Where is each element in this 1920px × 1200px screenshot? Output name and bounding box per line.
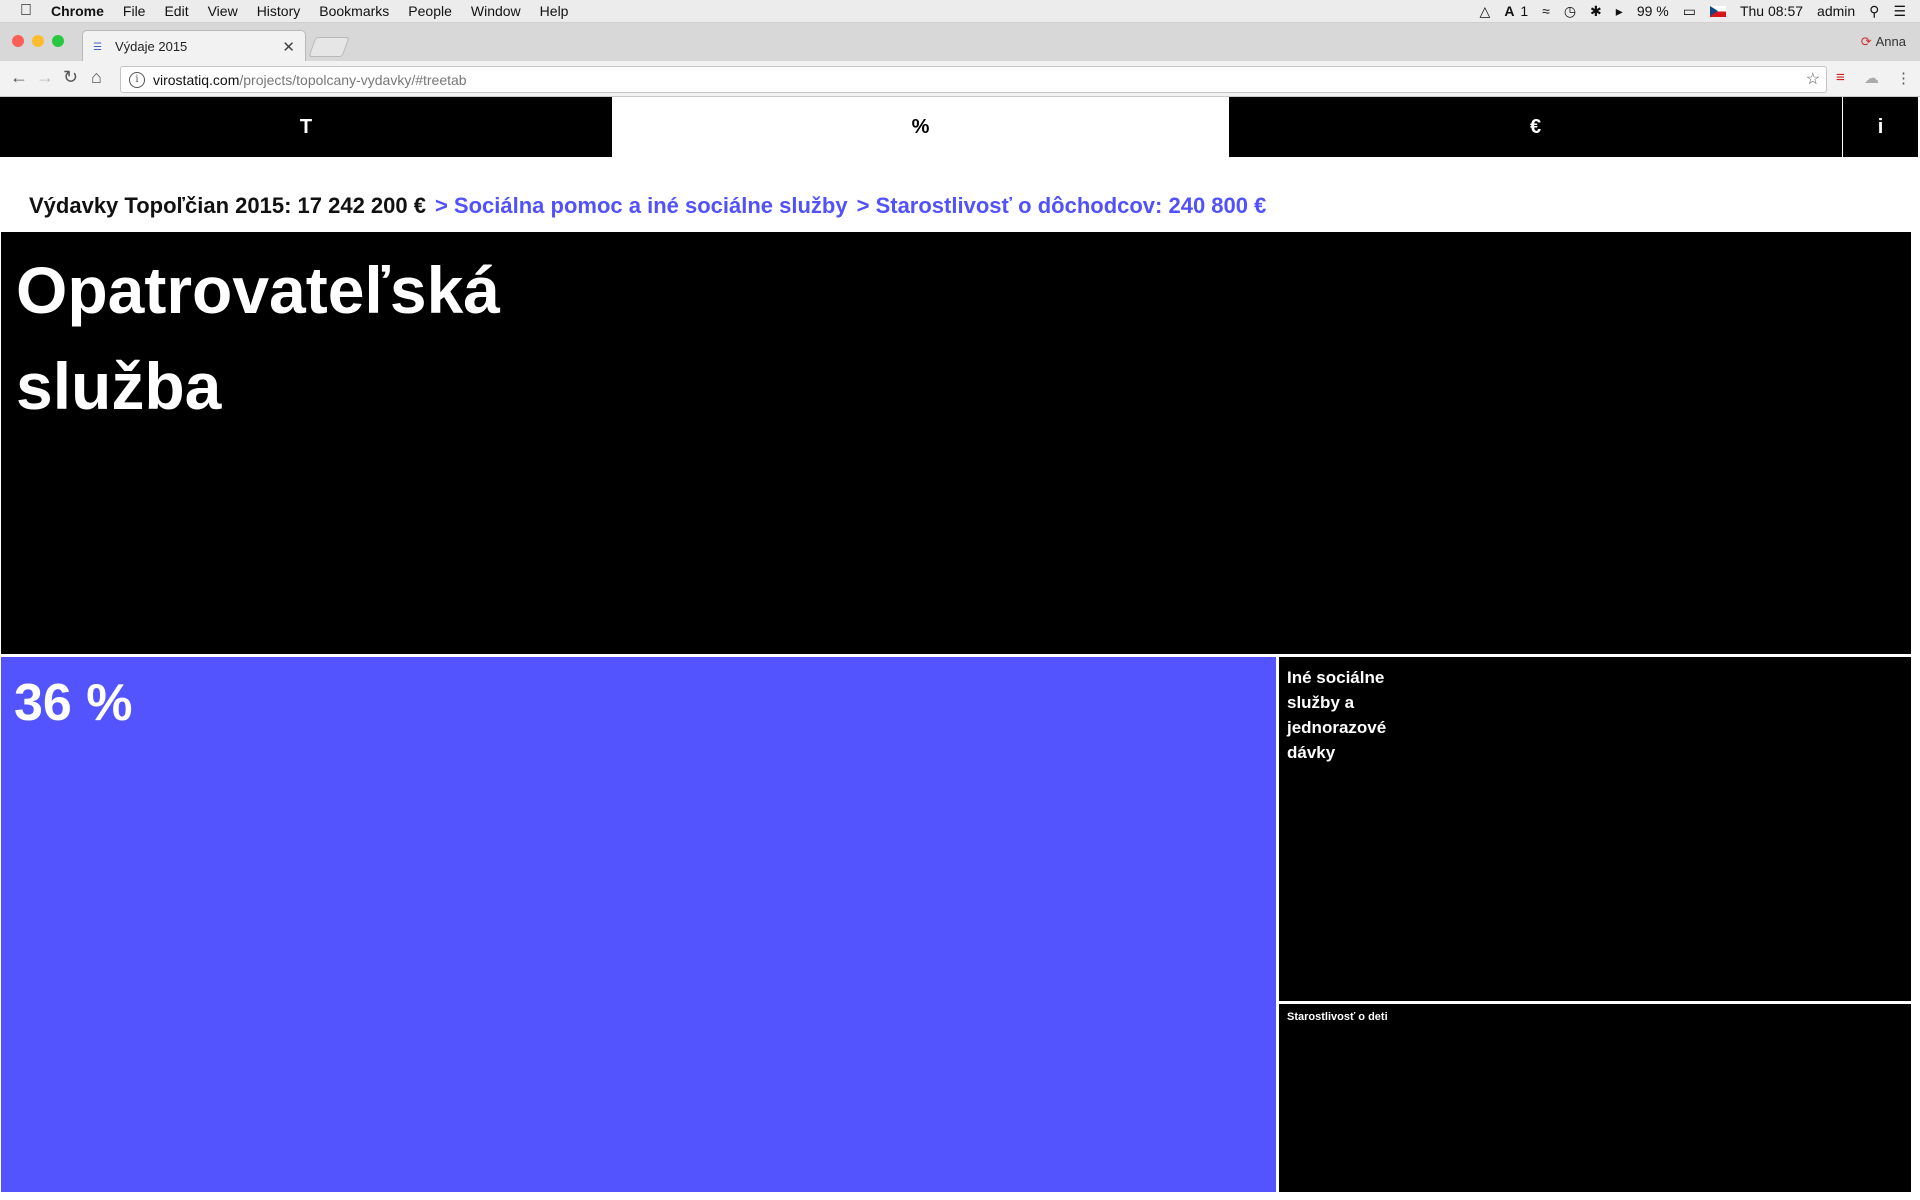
home-icon[interactable]: ⌂	[91, 67, 102, 88]
web-page: T % € i Výdavky Topoľčian 2015: 17 242 2…	[0, 97, 1920, 1200]
user-name[interactable]: admin	[1817, 3, 1855, 19]
treemap-cell-child-care[interactable]: Starostlivosť o deti	[1279, 1004, 1911, 1192]
tab-euro[interactable]: €	[1229, 97, 1842, 157]
battery-icon: ▭	[1682, 2, 1696, 19]
tab-treemap[interactable]: T	[0, 97, 612, 157]
menu-bookmarks[interactable]: Bookmarks	[319, 3, 389, 19]
time-machine-icon[interactable]: ◷	[1564, 3, 1576, 20]
favicon-icon: ☰	[93, 41, 102, 53]
clock[interactable]: Thu 08:57	[1740, 3, 1803, 19]
menu-file[interactable]: File	[123, 3, 146, 19]
zoom-window-button[interactable]	[52, 35, 64, 47]
bluetooth-icon[interactable]: ✱	[1590, 3, 1602, 20]
adobe-icon[interactable]: A 1	[1504, 3, 1528, 19]
view-mode-tabs: T % € i	[0, 97, 1920, 157]
browser-tab[interactable]: ☰ Výdaje 2015 ✕	[82, 30, 306, 62]
bookmark-star-icon[interactable]: ☆	[1806, 69, 1820, 89]
breadcrumb-root[interactable]: Výdavky Topoľčian 2015: 17 242 200 €	[29, 193, 426, 218]
wifi-icon[interactable]: ≈	[1542, 3, 1550, 19]
close-tab-icon[interactable]: ✕	[282, 38, 295, 56]
address-bar[interactable]: i virostatiq.com/projects/topolcany-vyda…	[120, 66, 1827, 93]
notification-center-icon[interactable]: ☰	[1893, 3, 1906, 20]
menu-app-name[interactable]: Chrome	[51, 3, 104, 19]
menu-window[interactable]: Window	[471, 3, 521, 19]
profile-icon: ⟳	[1860, 34, 1872, 49]
close-window-button[interactable]	[12, 35, 24, 47]
treemap-cell-percent[interactable]: 36 %	[1, 657, 1276, 1192]
url-host: virostatiq.com	[153, 71, 240, 88]
treemap-cell-caregiving-service[interactable]: Opatrovateľská služba	[1, 232, 1911, 654]
menu-help[interactable]: Help	[540, 3, 569, 19]
forward-arrow-icon[interactable]: →	[36, 67, 54, 88]
menu-history[interactable]: History	[257, 3, 301, 19]
treemap-cell-other-social-services[interactable]: Iné sociálne služby a jednorazové dávky	[1279, 657, 1911, 1001]
extension-icon[interactable]: ≡	[1836, 69, 1845, 86]
profile-button[interactable]: ⟳ Anna	[1861, 34, 1906, 50]
browser-tab-strip: ☰ Výdaje 2015 ✕ ⟳ Anna	[0, 23, 1920, 62]
tab-title: Výdaje 2015	[115, 39, 188, 54]
treemap-cell-label: Iné sociálne služby a jednorazové dávky	[1287, 668, 1387, 762]
drive-icon[interactable]: △	[1480, 3, 1491, 20]
menu-view[interactable]: View	[208, 3, 238, 19]
cloud-extension-icon[interactable]: ☁	[1864, 69, 1879, 87]
czech-flag-icon[interactable]	[1709, 5, 1726, 17]
tab-percent[interactable]: %	[612, 97, 1229, 157]
back-arrow-icon[interactable]: ←	[10, 67, 28, 88]
menu-edit[interactable]: Edit	[164, 3, 188, 19]
menu-people[interactable]: People	[408, 3, 452, 19]
breadcrumb-item-elderly-care[interactable]: > Starostlivosť o dôchodcov: 240 800 €	[857, 193, 1267, 218]
url-path: /projects/topolcany-vydavky/#treetab	[239, 71, 467, 88]
macos-menu-bar:  Chrome File Edit View History Bookmark…	[0, 0, 1920, 23]
apple-menu-icon[interactable]: 	[20, 2, 32, 20]
volume-icon[interactable]: ▸	[1616, 3, 1623, 20]
site-info-icon[interactable]: i	[129, 71, 145, 88]
treemap: Opatrovateľská služba 36 % Iné sociálne …	[0, 232, 1912, 1192]
adobe-count: 1	[1520, 3, 1529, 19]
treemap-cell-label: Opatrovateľská služba	[16, 253, 500, 423]
profile-name: Anna	[1875, 34, 1906, 49]
battery-status[interactable]: 99 %	[1637, 3, 1669, 19]
breadcrumb: Výdavky Topoľčian 2015: 17 242 200 € > So…	[29, 193, 1266, 219]
tab-info[interactable]: i	[1843, 97, 1918, 157]
browser-toolbar: ← → ↻ ⌂ i virostatiq.com/projects/topolc…	[0, 61, 1920, 97]
treemap-cell-label: 36 %	[14, 674, 133, 732]
treemap-cell-label: Starostlivosť o deti	[1287, 1011, 1388, 1023]
spotlight-search-icon[interactable]: ⚲	[1869, 3, 1879, 20]
chrome-menu-icon[interactable]: ⋮	[1896, 69, 1911, 87]
minimize-window-button[interactable]	[32, 35, 44, 47]
new-tab-button[interactable]	[308, 37, 350, 57]
breadcrumb-item-social-help[interactable]: > Sociálna pomoc a iné sociálne služby	[435, 193, 848, 218]
reload-icon[interactable]: ↻	[63, 67, 78, 88]
